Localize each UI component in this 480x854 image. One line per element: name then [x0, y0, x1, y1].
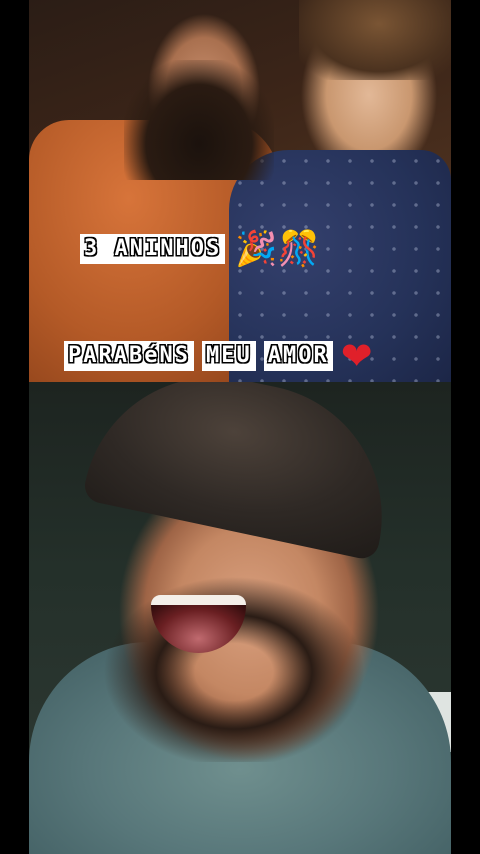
top-photo-father-and-son [29, 0, 451, 382]
caption-word-plate: AMOR [263, 341, 333, 371]
caption-word-plate: MEU [201, 341, 256, 371]
beard [124, 60, 274, 180]
caption-age-plate: 3 ANINHOS [80, 234, 226, 264]
caption-age: 3 ANINHOS 🎉🎊 [80, 232, 320, 266]
party-emoji-icon: 🎉🎊 [235, 229, 320, 269]
caption-word-amor: AMOR [267, 343, 329, 368]
caption-congrats: PARABéNS MEU AMOR ❤ [64, 334, 373, 378]
caption-word-plate: PARABéNS [64, 341, 194, 371]
caption-word-meu: MEU [205, 343, 252, 368]
heart-icon: ❤ [340, 334, 373, 378]
child-hair [299, 0, 451, 80]
caption-word-parabens: PARABéNS [68, 343, 190, 368]
caption-age-text: 3 ANINHOS [84, 236, 222, 261]
bottom-photo-singing-man [29, 382, 451, 854]
